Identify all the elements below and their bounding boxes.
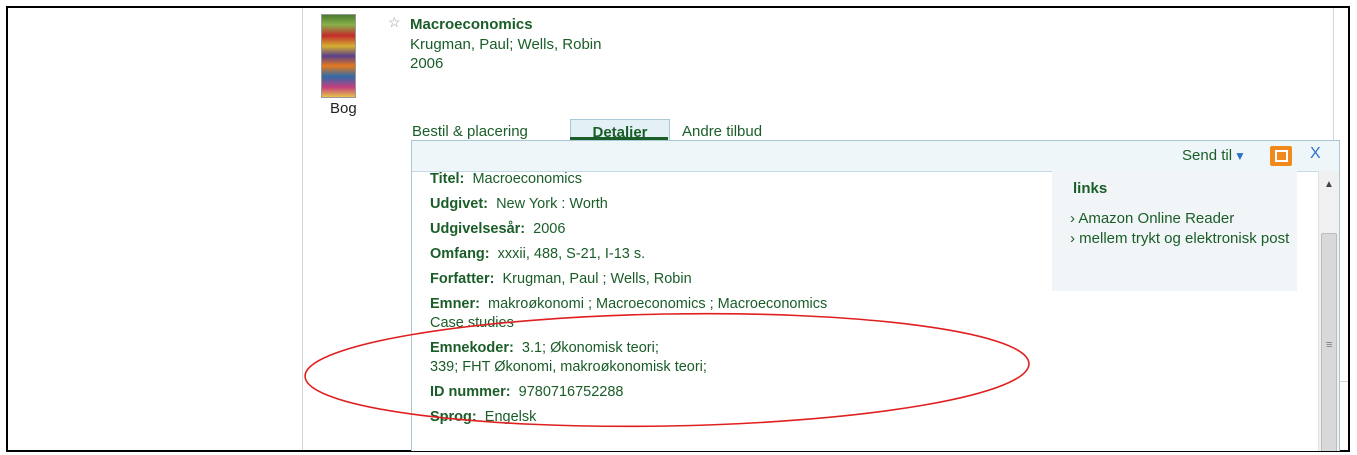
close-icon[interactable]: X (1310, 145, 1321, 163)
detail-label: Udgivet: (430, 196, 488, 212)
book-cover-image[interactable] (321, 14, 356, 98)
detail-row-emner: Emner: makroøkonomi ; Macroeconomics ; M… (430, 295, 950, 333)
tab-bestil-placering[interactable]: Bestil & placering (412, 123, 528, 140)
grip-icon: ≡ (1326, 339, 1333, 351)
detail-row-emnekoder: Emnekoder: 3.1; Økonomisk teori; 339; FH… (430, 339, 950, 377)
detail-label: Omfang: (430, 246, 490, 262)
detail-value: xxxii, 488, S-21, I-13 s. (497, 246, 646, 262)
detail-value[interactable]: Krugman, Paul ; Wells, Robin (503, 271, 692, 287)
record-title-link[interactable]: Macroeconomics (410, 16, 533, 33)
detail-label: Emner: (430, 296, 480, 312)
details-panel: Send til ▼ X Titel: Macroeconomics Udgive… (411, 140, 1340, 451)
detail-row-forfatter: Forfatter: Krugman, Paul ; Wells, Robin (430, 270, 950, 289)
link-trykt-elektronisk[interactable]: › mellem trykt og elektronisk post (1070, 229, 1290, 249)
detail-value-continued[interactable]: Case studies (430, 315, 514, 331)
vertical-scrollbar[interactable]: ▲ ≡ (1318, 171, 1339, 451)
favorite-star-icon[interactable]: ☆ (388, 14, 401, 31)
detail-row-id-nummer: ID nummer: 9780716752288 (430, 383, 950, 402)
chevron-down-icon: ▼ (1234, 149, 1246, 163)
record-authors: Krugman, Paul; Wells, Robin (410, 36, 602, 53)
link-label: Amazon Online Reader (1078, 210, 1235, 227)
detail-label: Udgivelsesår: (430, 221, 526, 237)
detail-value[interactable]: makroøkonomi ; Macroeconomics ; Macroeco… (488, 296, 827, 312)
detail-label: Forfatter: (430, 271, 495, 287)
detail-value: New York : Worth (496, 196, 608, 212)
left-divider (302, 8, 303, 450)
detail-label: Sprog: (430, 409, 477, 425)
detail-value: 9780716752288 (518, 384, 624, 400)
panel-toolbar: Send til ▼ X (412, 141, 1339, 172)
send-til-label: Send til (1182, 147, 1233, 164)
details-list: Titel: Macroeconomics Udgivet: New York … (430, 171, 950, 433)
detail-row-sprog: Sprog: Engelsk (430, 408, 950, 427)
detail-value-continued: 339; FHT Økonomi, makroøkonomisk teori; (430, 359, 707, 375)
detail-row-omfang: Omfang: xxxii, 488, S-21, I-13 s. (430, 245, 950, 264)
detail-label: Emnekoder: (430, 340, 514, 356)
detail-label: Titel: (430, 171, 465, 187)
link-label: mellem trykt og elektronisk post (1079, 230, 1290, 247)
link-amazon-online-reader[interactable]: › Amazon Online Reader (1070, 209, 1290, 229)
links-title: links (1073, 180, 1108, 197)
detail-row-udgivet: Udgivet: New York : Worth (430, 195, 950, 214)
links-box: links › Amazon Online Reader › mellem tr… (1052, 171, 1297, 291)
record-year: 2006 (410, 55, 444, 72)
material-type-label: Bog (330, 100, 357, 117)
detail-value: Macroeconomics (472, 171, 583, 187)
detail-value: 2006 (533, 221, 566, 237)
new-window-icon[interactable] (1270, 146, 1292, 166)
detail-row-titel: Titel: Macroeconomics (430, 170, 950, 189)
scrollbar-thumb[interactable]: ≡ (1321, 233, 1337, 451)
send-til-button[interactable]: Send til ▼ (1182, 147, 1246, 164)
tab-andre-tilbud[interactable]: Andre tilbud (682, 123, 762, 140)
detail-value: Engelsk (484, 409, 537, 425)
detail-row-udgivelsesar: Udgivelsesår: 2006 (430, 220, 950, 239)
detail-label: ID nummer: (430, 384, 511, 400)
detail-value: 3.1; Økonomisk teori; (521, 340, 659, 356)
scroll-up-arrow-icon[interactable]: ▲ (1324, 179, 1334, 190)
